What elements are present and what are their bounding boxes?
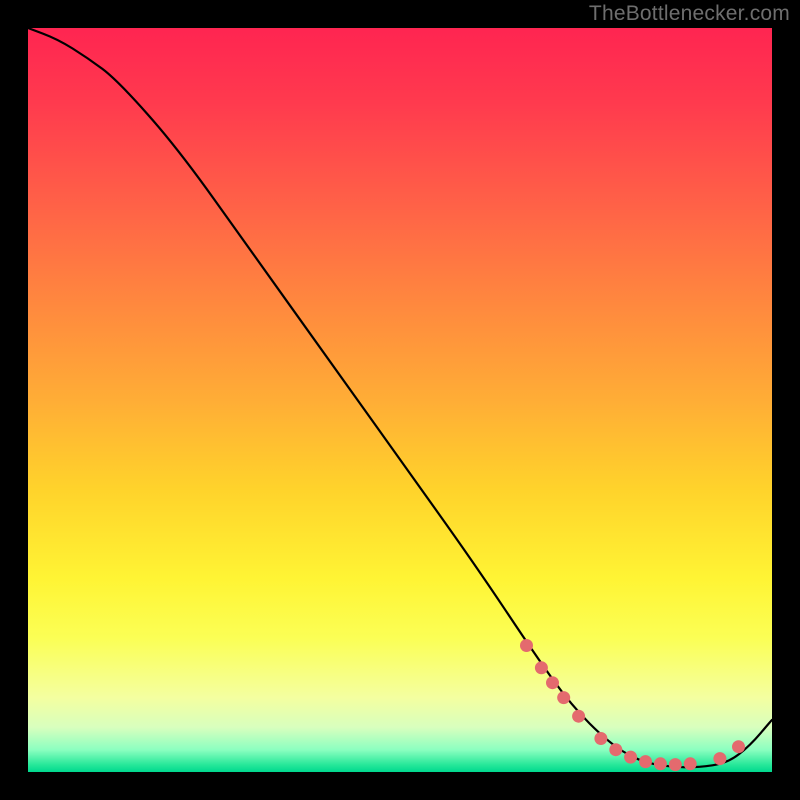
credit-text: TheBottlenecker.com bbox=[589, 2, 790, 26]
highlight-dot bbox=[713, 752, 726, 765]
highlight-dot bbox=[546, 676, 559, 689]
highlight-dot bbox=[609, 743, 622, 756]
chart-frame: TheBottlenecker.com bbox=[0, 0, 800, 800]
highlight-dot bbox=[684, 757, 697, 770]
chart-svg bbox=[28, 28, 772, 772]
bottleneck-curve bbox=[28, 28, 772, 767]
highlight-dot bbox=[520, 639, 533, 652]
highlight-dot bbox=[669, 758, 682, 771]
highlight-dot bbox=[732, 740, 745, 753]
highlight-dots-group bbox=[520, 639, 745, 771]
highlight-dot bbox=[594, 732, 607, 745]
highlight-dot bbox=[535, 661, 548, 674]
highlight-dot bbox=[572, 710, 585, 723]
highlight-dot bbox=[557, 691, 570, 704]
highlight-dot bbox=[654, 757, 667, 770]
highlight-dot bbox=[624, 751, 637, 764]
highlight-dot bbox=[639, 755, 652, 768]
plot-area bbox=[28, 28, 772, 772]
